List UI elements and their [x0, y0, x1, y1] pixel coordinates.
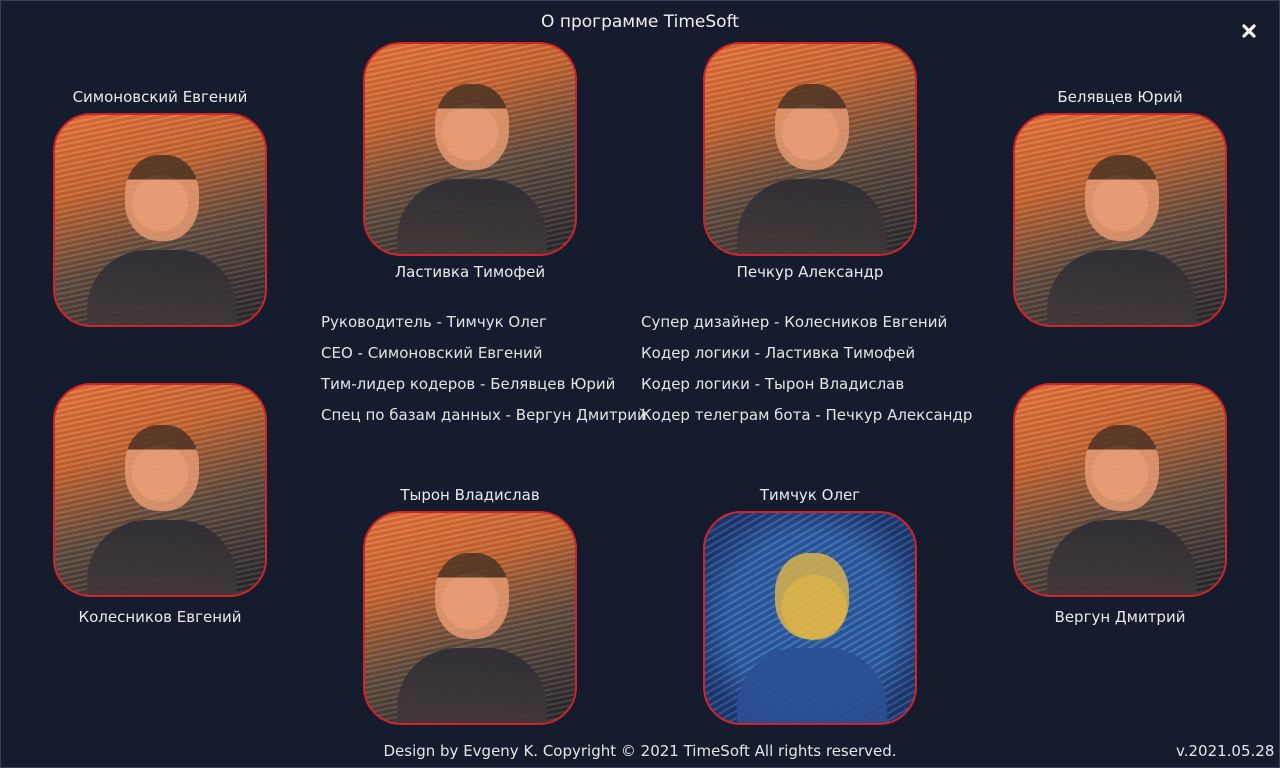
member-photo-timchuk: [703, 511, 917, 725]
window-title: О программе TimeSoft: [541, 12, 739, 32]
member-name-kolesnikov: Колесников Евгений: [78, 608, 242, 626]
member-photo-pechkur: [703, 42, 917, 256]
member-name-belyavtsev: Белявцев Юрий: [1057, 88, 1183, 106]
member-photo-belyavtsev: [1013, 113, 1227, 327]
member-photo-lastivka: [363, 42, 577, 256]
member-name-tyron: Тырон Владислав: [400, 486, 540, 504]
member-name-lastivka: Ластивка Тимофей: [394, 263, 546, 281]
credit-line: Кодер логики - Тырон Владислав: [641, 375, 905, 393]
member-name-timchuk: Тимчук Олег: [759, 486, 861, 504]
member-name-simonovsky: Симоновский Евгений: [72, 88, 248, 106]
credit-line: Тим-лидер кодеров - Белявцев Юрий: [321, 375, 616, 393]
credit-line: Кодер телеграм бота - Печкур Александр: [641, 406, 973, 424]
member-photo-vergun: [1013, 383, 1227, 597]
credits-left: Руководитель - Тимчук Олег CEO - Симонов…: [321, 311, 647, 435]
credit-line: Супер дизайнер - Колесников Евгений: [641, 313, 948, 331]
member-name-vergun: Вергун Дмитрий: [1054, 608, 1186, 626]
copyright-text: Design by Evgeny K. Copyright © 2021 Tim…: [383, 742, 897, 760]
credit-line: Руководитель - Тимчук Олег: [321, 313, 547, 331]
version-label: v.2021.05.28: [1176, 742, 1275, 760]
credit-line: CEO - Симоновский Евгений: [321, 344, 543, 362]
close-icon: [1242, 24, 1256, 38]
member-photo-tyron: [363, 511, 577, 725]
member-photo-kolesnikov: [53, 383, 267, 597]
close-button[interactable]: [1238, 20, 1260, 42]
credit-line: Спец по базам данных - Вергун Дмитрий: [321, 406, 647, 424]
member-name-pechkur: Печкур Александр: [736, 263, 884, 281]
member-photo-simonovsky: [53, 113, 267, 327]
credit-line: Кодер логики - Ластивка Тимофей: [641, 344, 916, 362]
credits-right: Супер дизайнер - Колесников Евгений Коде…: [641, 311, 972, 435]
